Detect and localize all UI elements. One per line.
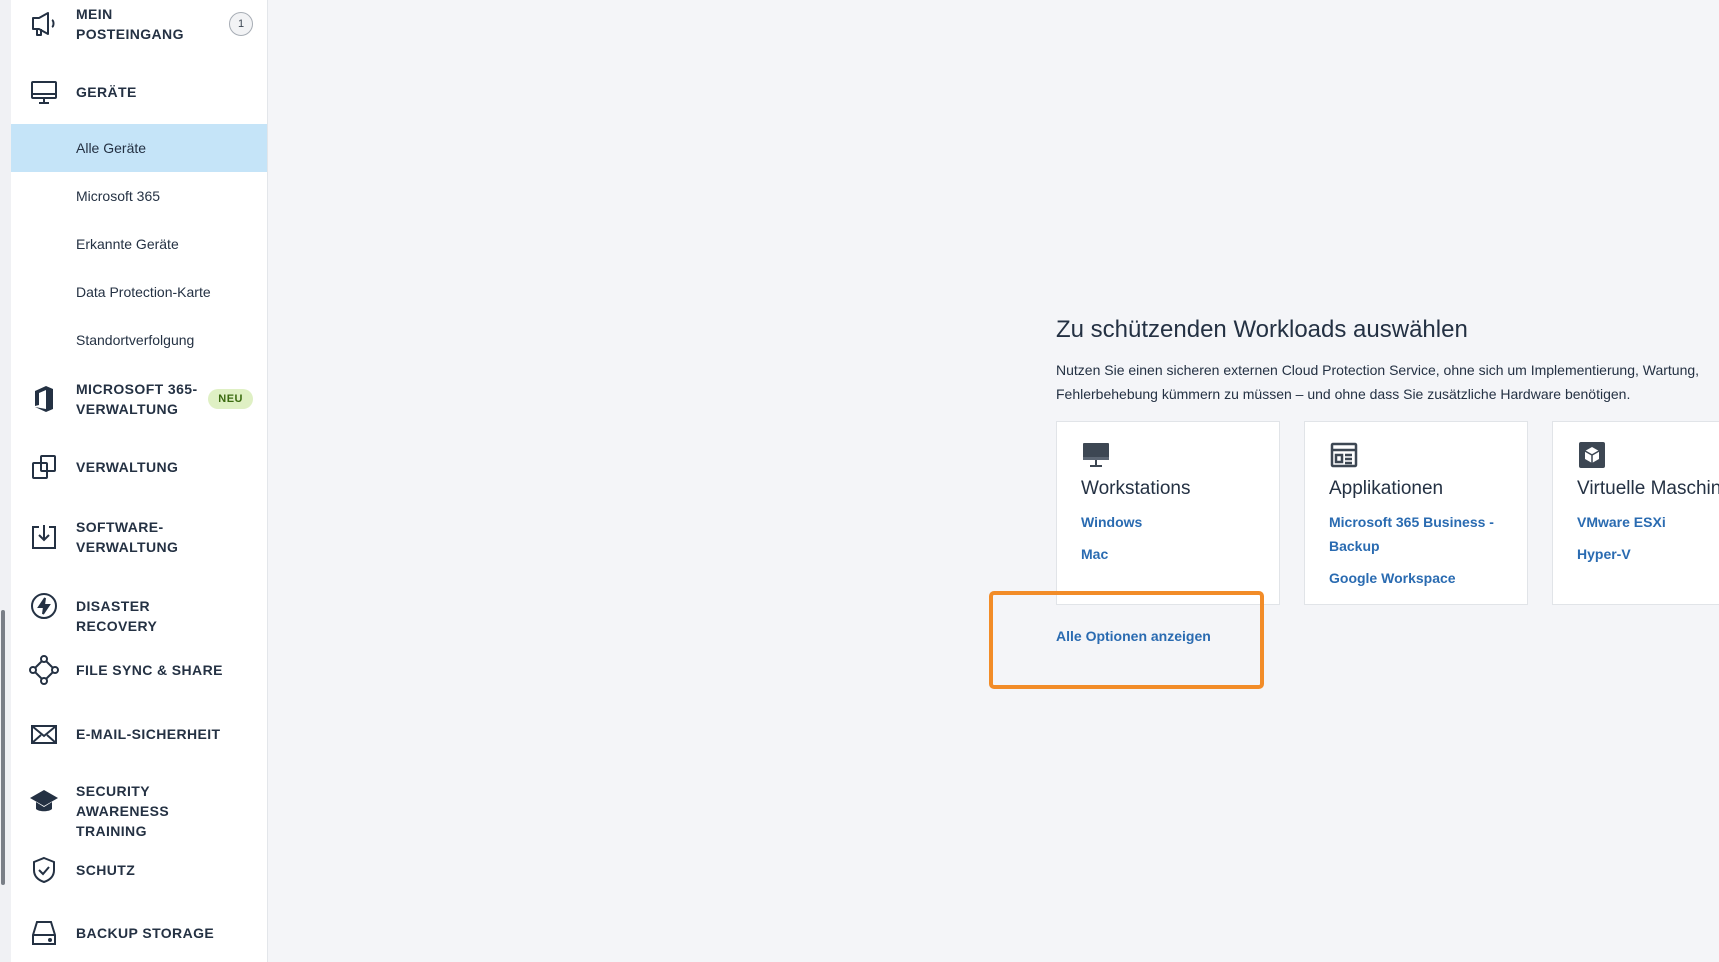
lightning-icon: [29, 591, 59, 621]
scrollbar-thumb[interactable]: [1, 610, 5, 885]
workload-card-applications: Applikationen Microsoft 365 Business - B…: [1304, 421, 1528, 605]
sub-item-label: Standortverfolgung: [76, 332, 195, 348]
sidebar-subitem-all-devices[interactable]: Alle Geräte: [11, 124, 267, 172]
card-title: Virtuelle Maschinen: [1577, 478, 1719, 499]
card-title: Applikationen: [1329, 478, 1444, 499]
sidebar-item-file-sync-share[interactable]: FILE SYNC & SHARE: [11, 652, 267, 688]
sidebar-item-label: GERÄTE: [76, 84, 137, 100]
card-title: Workstations: [1081, 478, 1191, 499]
graduation-cap-icon: [29, 786, 59, 816]
link-mac[interactable]: Mac: [1081, 542, 1266, 566]
sidebar-item-m365-management[interactable]: MICROSOFT 365- VERWALTUNG NEU: [11, 376, 267, 422]
sidebar-subitem-data-protection-map[interactable]: Data Protection-Karte: [11, 268, 267, 316]
megaphone-icon: [29, 9, 59, 39]
office-icon: [29, 384, 59, 414]
sidebar-item-label: SECURITY AWARENESS TRAINING: [76, 783, 170, 839]
new-badge: NEU: [208, 389, 253, 409]
sidebar-item-label: SOFTWARE- VERWALTUNG: [76, 519, 179, 555]
link-vmware-esxi[interactable]: VMware ESXi: [1577, 510, 1719, 534]
sidebar-item-label: FILE SYNC & SHARE: [76, 662, 223, 678]
sidebar-item-inbox[interactable]: MEIN POSTEINGANG 1: [11, 0, 267, 50]
sidebar: MEIN POSTEINGANG 1 GERÄTE Alle Geräte Mic…: [11, 0, 268, 962]
sub-item-label: Data Protection-Karte: [76, 284, 211, 300]
sidebar-item-email-security[interactable]: E-MAIL-SICHERHEIT: [11, 716, 267, 752]
page-description: Nutzen Sie einen sicheren externen Cloud…: [1056, 362, 1700, 402]
sidebar-item-management[interactable]: VERWALTUNG: [11, 450, 267, 484]
sidebar-item-label: MEIN POSTEINGANG: [76, 6, 184, 42]
sidebar-item-disaster-recovery[interactable]: DISASTER RECOVERY: [11, 588, 267, 634]
sidebar-item-label: SCHUTZ: [76, 862, 136, 878]
sidebar-item-security-awareness-training[interactable]: SECURITY AWARENESS TRAINING: [11, 778, 267, 839]
sub-item-label: Alle Geräte: [76, 140, 147, 156]
sidebar-item-label: BACKUP STORAGE: [76, 925, 215, 941]
sidebar-item-software-management[interactable]: SOFTWARE- VERWALTUNG: [11, 514, 267, 560]
link-m365-business-backup[interactable]: Microsoft 365 Business - Backup: [1329, 510, 1514, 558]
sidebar-subitem-microsoft-365[interactable]: Microsoft 365: [11, 172, 267, 220]
show-all-options-link[interactable]: Alle Optionen anzeigen: [1056, 628, 1211, 644]
sidebar-subitem-location-tracking[interactable]: Standortverfolgung: [11, 316, 267, 364]
desktop-icon: [1081, 440, 1111, 470]
sidebar-item-label: DISASTER RECOVERY: [76, 598, 158, 634]
app-window-icon: [1329, 440, 1359, 470]
sidebar-item-label: VERWALTUNG: [76, 459, 179, 475]
workload-card-workstations: Workstations Windows Mac: [1056, 421, 1280, 605]
share-nodes-icon: [29, 655, 59, 685]
sidebar-item-label: E-MAIL-SICHERHEIT: [76, 726, 221, 742]
scroll-edge: [0, 0, 11, 962]
inbox-count-badge: 1: [229, 12, 253, 36]
link-hyper-v[interactable]: Hyper-V: [1577, 542, 1719, 566]
download-box-icon: [29, 522, 59, 552]
copy-icon: [29, 452, 59, 482]
cube-icon: [1577, 440, 1607, 470]
sidebar-item-label: MICROSOFT 365- VERWALTUNG: [76, 381, 198, 417]
page-title: Zu schützenden Workloads auswählen: [1056, 316, 1468, 343]
sub-item-label: Erkannte Geräte: [76, 236, 179, 252]
sidebar-subitem-discovered-devices[interactable]: Erkannte Geräte: [11, 220, 267, 268]
sub-item-label: Microsoft 365: [76, 188, 161, 204]
link-windows[interactable]: Windows: [1081, 510, 1266, 534]
hard-drive-icon: [29, 918, 59, 948]
envelope-icon: [29, 719, 59, 749]
link-google-workspace[interactable]: Google Workspace: [1329, 566, 1514, 590]
sidebar-item-devices[interactable]: GERÄTE: [11, 70, 267, 114]
monitor-icon: [29, 77, 59, 107]
workload-card-virtual-machines: Virtuelle Maschinen VMware ESXi Hyper-V: [1552, 421, 1719, 605]
shield-check-icon: [29, 855, 59, 885]
sidebar-item-backup-storage[interactable]: BACKUP STORAGE: [11, 914, 267, 952]
sidebar-item-protection[interactable]: SCHUTZ: [11, 852, 267, 888]
